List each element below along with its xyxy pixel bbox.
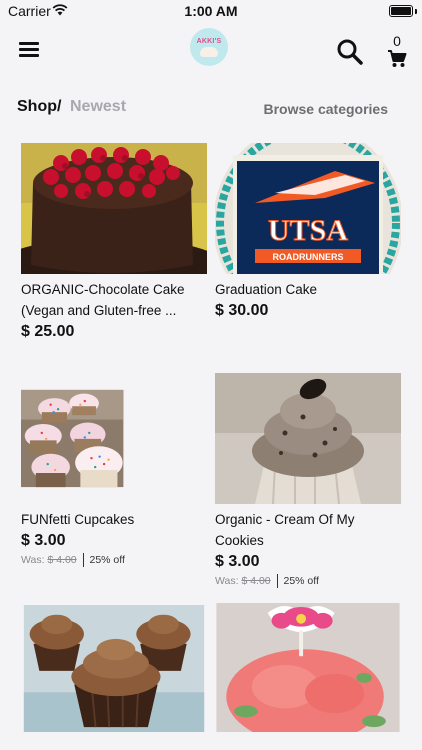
- breadcrumb: Shop / Newest Browse categories: [0, 96, 422, 120]
- price-divider: [82, 553, 84, 567]
- product-card[interactable]: UTSA ROADRUNNERS Graduation Cake $ 30.00: [215, 143, 403, 320]
- product-price: $ 3.00: [21, 532, 66, 549]
- discount-label: 25% off: [89, 553, 125, 566]
- product-name[interactable]: Graduation Cake: [215, 279, 401, 300]
- nav-bar: AKKI'S 0: [0, 22, 422, 78]
- breadcrumb-shop[interactable]: Shop: [17, 98, 57, 116]
- cart-button[interactable]: 0: [385, 33, 409, 73]
- product-was-price: Was: $ 4.00 25% off: [21, 553, 209, 567]
- product-price: $ 25.00: [21, 323, 75, 340]
- product-name[interactable]: ORGANIC-Chocolate Cake (Vegan and Gluten…: [21, 279, 207, 321]
- product-image-pink-cupcakes[interactable]: [215, 603, 401, 732]
- shopping-cart-icon: [388, 50, 407, 67]
- product-card[interactable]: [21, 605, 209, 732]
- breadcrumb-separator: /: [57, 98, 62, 115]
- battery-tip: [415, 9, 417, 14]
- product-was-price: Was: $ 4.00 25% off: [215, 574, 403, 588]
- was-label: Was:: [215, 574, 239, 587]
- hamburger-menu-icon[interactable]: [19, 42, 39, 58]
- product-image-cookies-cupcake[interactable]: [215, 373, 401, 504]
- was-label: Was:: [21, 553, 45, 566]
- product-image-graduation-cake[interactable]: UTSA ROADRUNNERS: [215, 143, 401, 274]
- product-card[interactable]: Organic - Cream Of My Cookies $ 3.00 Was…: [215, 373, 403, 588]
- logo-cupcake-graphic: [200, 46, 218, 57]
- search-icon[interactable]: [336, 38, 364, 66]
- logo-text: AKKI'S: [196, 37, 222, 45]
- battery-icon: [389, 5, 413, 17]
- cake-print-logo-text: UTSA: [268, 214, 348, 247]
- product-card[interactable]: FUNfetti Cupcakes $ 3.00 Was: $ 4.00 25%…: [21, 373, 209, 567]
- cake-print-sub-text: ROADRUNNERS: [272, 252, 343, 262]
- original-price: $ 4.00: [241, 574, 271, 587]
- status-time: 1:00 AM: [184, 3, 238, 19]
- status-bar: Carrier 1:00 AM: [0, 0, 422, 22]
- original-price: $ 4.00: [47, 553, 77, 566]
- product-name[interactable]: FUNfetti Cupcakes: [21, 509, 207, 530]
- discount-label: 25% off: [283, 574, 319, 587]
- product-image-funfetti-cupcakes[interactable]: [21, 373, 159, 504]
- price-divider: [276, 574, 278, 588]
- product-name[interactable]: Organic - Cream Of My Cookies: [215, 509, 401, 551]
- browse-categories-link[interactable]: Browse categories: [264, 101, 389, 117]
- product-image-chocolate-cake[interactable]: [21, 143, 207, 274]
- product-price: $ 30.00: [215, 302, 269, 319]
- cart-count-badge: 0: [393, 33, 401, 49]
- store-logo[interactable]: AKKI'S: [190, 28, 228, 66]
- product-price: $ 3.00: [215, 553, 260, 570]
- product-card[interactable]: [215, 603, 403, 732]
- product-card[interactable]: ORGANIC-Chocolate Cake (Vegan and Gluten…: [21, 143, 209, 341]
- breadcrumb-current: Newest: [70, 98, 127, 115]
- product-image-chocolate-cupcakes[interactable]: [21, 605, 207, 732]
